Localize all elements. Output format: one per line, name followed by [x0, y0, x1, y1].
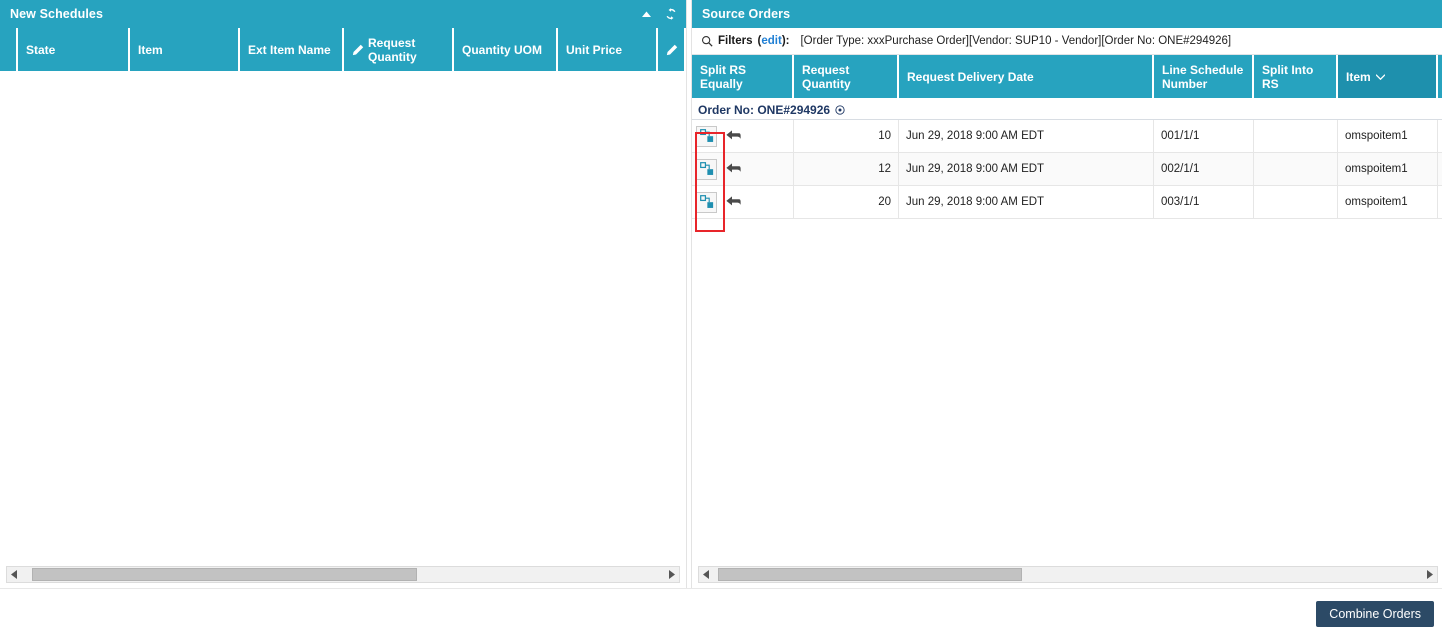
table-row[interactable]: 10 Jun 29, 2018 9:00 AM EDT 001/1/1 omspoit… [692, 120, 1442, 153]
column-header-request-quantity[interactable]: Request Quantity [794, 55, 899, 98]
column-header-item[interactable]: Item [130, 28, 240, 71]
panel-title-actions [641, 0, 678, 28]
filters-edit-group: (edit): [758, 35, 790, 47]
footer-bar: Combine Orders [0, 588, 1442, 636]
filters-values: [Order Type: xxxPurchase Order][Vendor: … [800, 35, 1232, 47]
right-scroll-track[interactable] [714, 568, 1422, 581]
split-into-rs-cell [1254, 186, 1338, 218]
source-orders-header-row: Split RS Equally Request Quantity Request … [692, 55, 1442, 100]
split-into-rs-cell [1254, 120, 1338, 152]
order-group-label: Order No: ONE#294926 [698, 102, 831, 117]
line-schedule-number-cell: 002/1/1 [1154, 153, 1254, 185]
column-header-split-rs-equally[interactable]: Split RS Equally [692, 55, 794, 98]
new-schedules-title-bar: New Schedules [0, 0, 686, 28]
split-rs-equally-cell [692, 120, 794, 152]
split-into-rs-cell [1254, 153, 1338, 185]
column-header-split-into-rs[interactable]: Split Into RS [1254, 55, 1338, 98]
pencil-icon [352, 44, 364, 56]
column-header-label: Unit Price [566, 42, 623, 57]
item-cell: omspoitem1 [1338, 153, 1438, 185]
column-header-request-delivery-date[interactable]: Request Delivery Date [899, 55, 1154, 98]
new-schedules-panel: New Schedules State Item Ext Item Name Requ… [0, 0, 686, 588]
column-header-unit-price[interactable]: Unit Price [558, 28, 658, 71]
new-schedules-header-row: State Item Ext Item Name Request Quantity Qu… [0, 28, 686, 73]
revert-arrow-icon[interactable] [723, 159, 744, 180]
item-cell: omspoitem1 [1338, 120, 1438, 152]
source-orders-panel: Source Orders Filters (edit): [Order Typ… [692, 0, 1442, 588]
column-header-label: Quantity UOM [462, 42, 542, 57]
request-delivery-date-cell: Jun 29, 2018 9:00 AM EDT [899, 120, 1154, 152]
column-header-blank-7[interactable] [658, 28, 686, 71]
split-rs-icon[interactable] [696, 125, 717, 147]
paren-close: ): [781, 35, 790, 47]
request-quantity-cell: 10 [794, 120, 899, 152]
column-header-label: State [26, 42, 56, 57]
right-horizontal-scrollbar[interactable] [698, 566, 1438, 583]
split-rs-icon[interactable] [696, 158, 717, 180]
column-header-label: Ext Item Name [248, 42, 331, 57]
column-header-line-schedule-number[interactable]: Line Schedule Number [1154, 55, 1254, 98]
scroll-left-arrow[interactable] [7, 567, 22, 582]
column-header-state[interactable]: State [18, 28, 130, 71]
left-scroll-track[interactable] [22, 568, 664, 581]
filters-label: Filters [718, 35, 753, 47]
panel-title-text: Source Orders [702, 7, 791, 21]
scroll-right-arrow[interactable] [1422, 567, 1437, 582]
source-orders-title-bar: Source Orders [692, 0, 1442, 28]
column-header-label: Split RS Equally [700, 62, 747, 91]
table-row[interactable]: 20 Jun 29, 2018 9:00 AM EDT 003/1/1 omspoit… [692, 186, 1442, 219]
revert-arrow-icon[interactable] [723, 192, 744, 213]
line-schedule-number-cell: 003/1/1 [1154, 186, 1254, 218]
column-header-quantity-uom[interactable]: Quantity UOM [454, 28, 558, 71]
table-row[interactable]: 12 Jun 29, 2018 9:00 AM EDT 002/1/1 omspoit… [692, 153, 1442, 186]
circle-target-icon[interactable] [835, 104, 845, 115]
column-header-label: Line Schedule Number [1162, 62, 1244, 91]
chevron-down-icon[interactable] [1375, 73, 1385, 80]
request-delivery-date-cell: Jun 29, 2018 9:00 AM EDT [899, 153, 1154, 185]
revert-arrow-icon[interactable] [723, 126, 744, 147]
scroll-right-arrow[interactable] [664, 567, 679, 582]
left-horizontal-scrollbar[interactable] [6, 566, 680, 583]
source-orders-rows: 10 Jun 29, 2018 9:00 AM EDT 001/1/1 omspoit… [692, 120, 1442, 219]
new-schedules-body: State Item Ext Item Name Request Quantity Qu… [0, 28, 686, 588]
filters-edit-link[interactable]: edit [761, 35, 781, 47]
request-delivery-date-cell: Jun 29, 2018 9:00 AM EDT [899, 186, 1154, 218]
column-header-label: Request Quantity [802, 62, 851, 91]
column-header-label: Split Into RS [1262, 62, 1314, 91]
split-rs-equally-cell [692, 153, 794, 185]
column-header-blank-0[interactable] [0, 28, 18, 71]
order-group-row[interactable]: Order No: ONE#294926 [692, 100, 1442, 120]
left-scroll-thumb[interactable] [31, 568, 417, 581]
column-header-label: Request Delivery Date [907, 69, 1034, 84]
item-cell: omspoitem1 [1338, 186, 1438, 218]
column-header-item[interactable]: Item [1338, 55, 1438, 98]
column-header-request-quantity[interactable]: Request Quantity [344, 28, 454, 71]
source-orders-body: Split RS Equally Request Quantity Request … [692, 55, 1442, 588]
filters-bar: Filters (edit): [Order Type: xxxPurchase… [692, 28, 1442, 55]
line-schedule-number-cell: 001/1/1 [1154, 120, 1254, 152]
app-root: New Schedules State Item Ext Item Name Requ… [0, 0, 1442, 636]
request-quantity-cell: 20 [794, 186, 899, 218]
search-icon [701, 35, 713, 47]
column-header-label: Item [138, 42, 163, 57]
right-scroll-thumb[interactable] [717, 568, 1022, 581]
split-rs-icon[interactable] [696, 191, 717, 213]
column-header-label: Request Quantity [368, 35, 417, 64]
split-rs-equally-cell [692, 186, 794, 218]
pencil-icon [666, 44, 678, 56]
collapse-icon[interactable] [641, 9, 652, 20]
scroll-left-arrow[interactable] [699, 567, 714, 582]
refresh-icon[interactable] [664, 7, 678, 21]
combine-orders-button[interactable]: Combine Orders [1316, 601, 1434, 627]
column-header-ext-item-name[interactable]: Ext Item Name [240, 28, 344, 71]
request-quantity-cell: 12 [794, 153, 899, 185]
panel-title-text: New Schedules [10, 7, 103, 21]
column-header-label: Item [1346, 69, 1371, 84]
